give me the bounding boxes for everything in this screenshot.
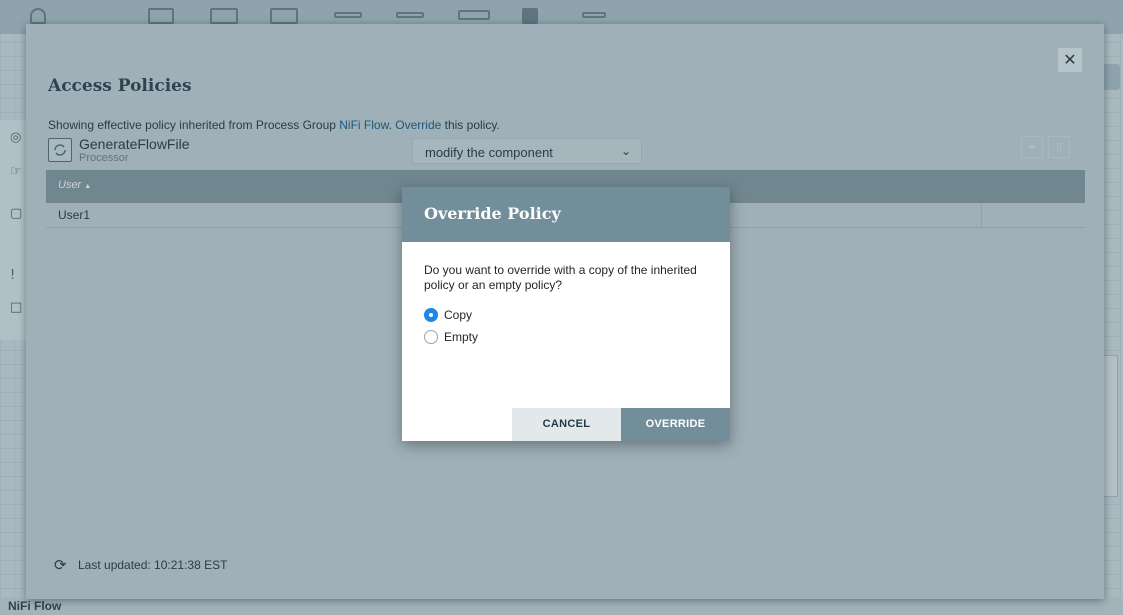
component-type: Processor [79, 152, 129, 164]
label-icon[interactable] [522, 8, 538, 24]
override-button[interactable]: OVERRIDE [621, 408, 730, 441]
column-header-user[interactable]: User ▲ [58, 179, 91, 191]
close-button[interactable]: ✕ [1058, 48, 1082, 72]
radio-selected-icon[interactable] [424, 308, 438, 322]
modal-header: Override Policy [402, 187, 730, 242]
funnel-icon[interactable] [396, 12, 424, 18]
trash-icon[interactable]: ▯ [1048, 136, 1070, 158]
modal-title: Override Policy [424, 204, 561, 223]
inherit-suffix: this policy. [441, 118, 500, 132]
inherit-prefix: Showing effective policy inherited from … [48, 118, 340, 132]
template-icon[interactable] [458, 10, 490, 20]
inherited-policy-message: Showing effective policy inherited from … [48, 118, 500, 132]
output-port-icon[interactable] [210, 8, 238, 24]
config-icon[interactable]: □ [10, 300, 22, 315]
radio-label: Copy [444, 308, 473, 322]
zoom-icon[interactable]: ▢ [10, 206, 22, 221]
component-name: GenerateFlowFile [79, 136, 190, 152]
pin-icon[interactable]: ! [10, 268, 15, 283]
breadcrumb-bar [0, 597, 1123, 615]
radio-unselected-icon[interactable] [424, 330, 438, 344]
override-policy-modal: Override Policy Do you want to override … [402, 187, 730, 441]
hand-icon[interactable]: ☞ [10, 164, 22, 179]
override-link[interactable]: Override [395, 118, 441, 132]
remote-group-icon[interactable] [334, 12, 362, 18]
processor-icon[interactable] [30, 8, 46, 24]
sort-asc-icon: ▲ [84, 183, 92, 190]
cancel-button[interactable]: CANCEL [512, 408, 621, 441]
radio-label: Empty [444, 330, 479, 344]
column-divider [981, 203, 982, 227]
refresh-icon[interactable]: ⟳ [54, 556, 67, 574]
input-port-icon[interactable] [148, 8, 174, 24]
processor-icon [48, 138, 72, 162]
dialog-title: Access Policies [48, 76, 192, 96]
breadcrumb[interactable]: NiFi Flow [8, 599, 61, 613]
chevron-down-icon: ⌄ [620, 144, 631, 158]
policy-action-select[interactable]: modify the component ⌄ [412, 138, 642, 164]
last-updated: Last updated: 10:21:38 EST [78, 558, 228, 572]
process-group-link[interactable]: NiFi Flow [339, 118, 388, 132]
process-group-icon[interactable] [270, 8, 298, 24]
menu-icon[interactable] [582, 12, 606, 18]
row-user: User1 [58, 208, 91, 222]
override-question: Do you want to override with a copy of t… [424, 263, 697, 292]
navigate-icon[interactable]: ◎ [10, 130, 21, 145]
policy-select-value: modify the component [425, 145, 553, 160]
add-user-icon[interactable]: + [1021, 136, 1043, 158]
